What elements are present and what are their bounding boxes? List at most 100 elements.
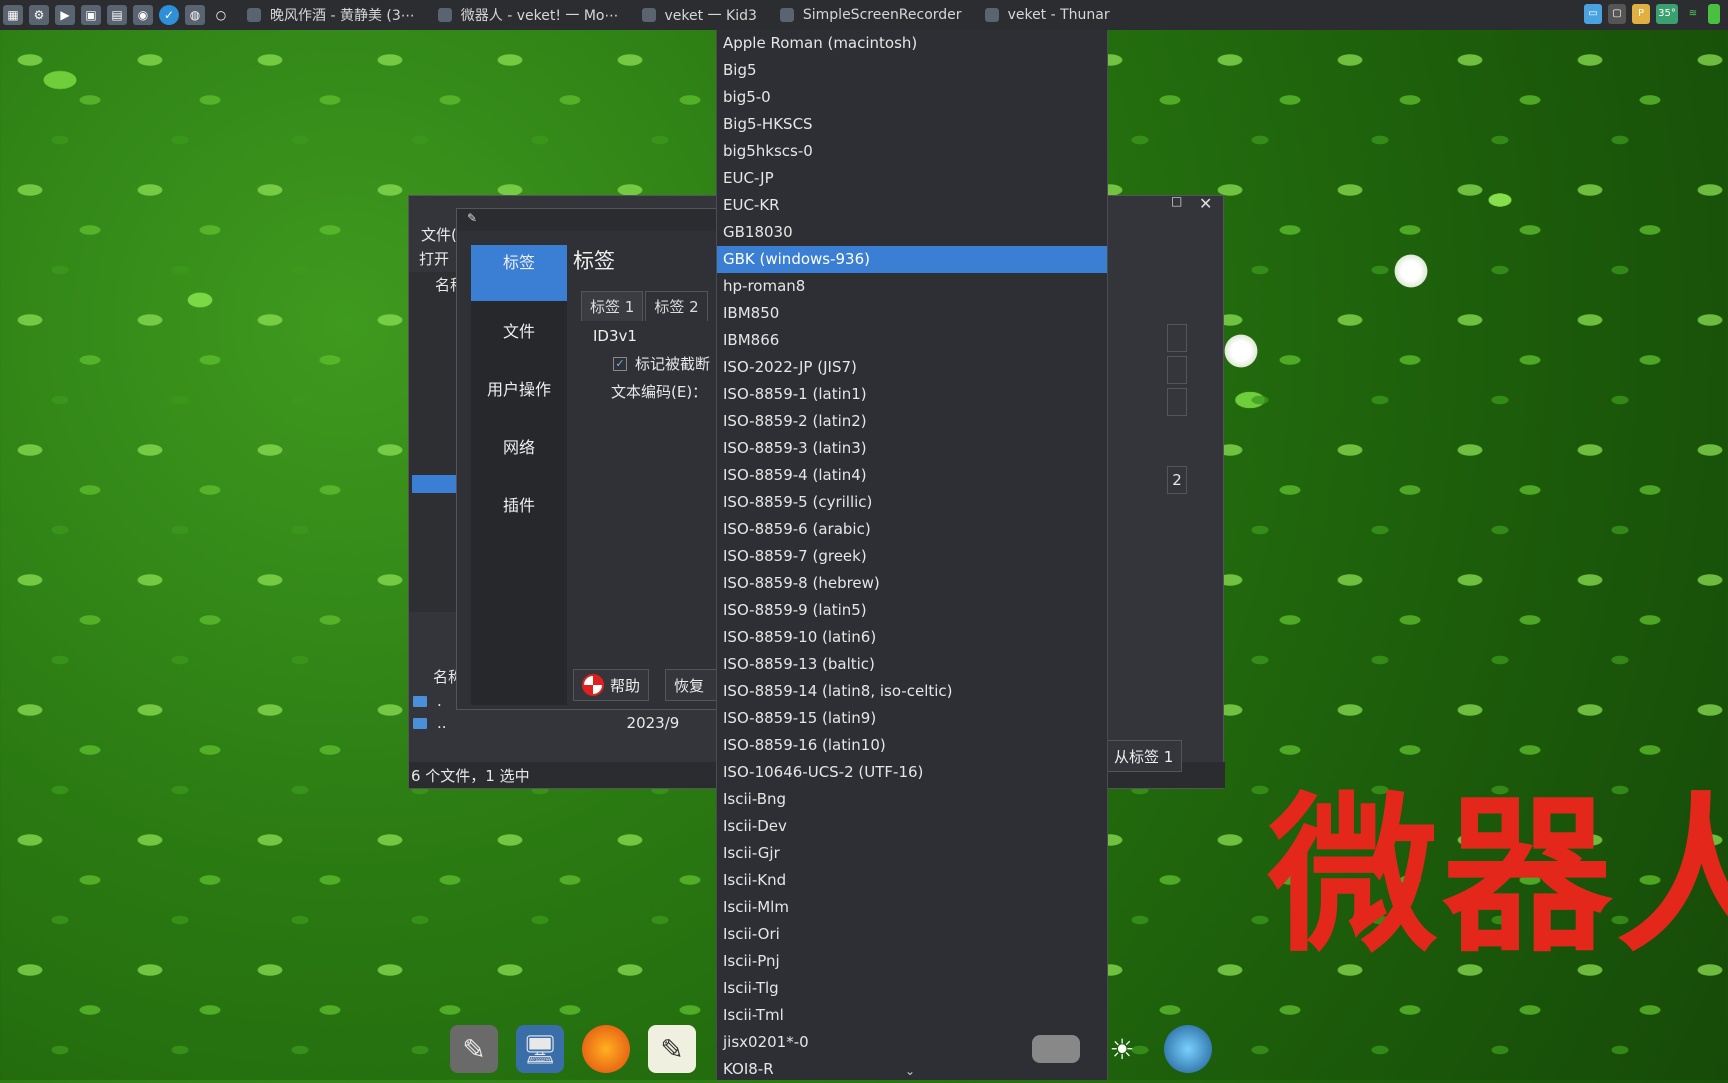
taskbar-item-label: 晚风作酒 - 黄静美 (3⋯ <box>270 8 415 24</box>
nav-user-actions[interactable]: 用户操作 <box>471 359 567 417</box>
firefox-icon <box>437 8 452 22</box>
monitor-icon[interactable]: 🖥 <box>516 1025 564 1073</box>
encoding-option[interactable]: ISO-8859-7 (greek) <box>717 543 1107 570</box>
field-box[interactable] <box>1167 356 1187 384</box>
open-button[interactable]: 打开 <box>419 248 449 269</box>
dock: ✎ 🖥 ✎ ☀ <box>436 1018 1310 1080</box>
wifi-icon[interactable]: ≋ <box>1684 4 1702 24</box>
encoding-option[interactable]: big5-0 <box>717 84 1107 111</box>
settings-icon[interactable]: ⚙ <box>29 5 49 25</box>
file-menu[interactable]: 文件( <box>421 224 457 245</box>
encoding-option[interactable]: Big5-HKSCS <box>717 111 1107 138</box>
page-title: 标签 <box>573 249 615 273</box>
encoding-option[interactable]: hp-roman8 <box>717 273 1107 300</box>
encoding-option[interactable]: ISO-8859-10 (latin6) <box>717 624 1107 651</box>
encoding-option[interactable]: GBK (windows-936) <box>717 246 1107 273</box>
truncated-checkbox-row[interactable]: ✓ 标记被截断 <box>613 353 710 374</box>
taskbar-item-label: 微器人 - veket! 一 Mo⋯ <box>460 8 619 24</box>
tab-tag-2[interactable]: 标签 2 <box>645 291 708 321</box>
desktop-icon[interactable]: ▭ <box>1584 4 1602 24</box>
encoding-dropdown-list[interactable]: Apple Roman (macintosh) Big5 big5-0 Big5-HK… <box>716 30 1108 1080</box>
encoding-option[interactable]: ISO-8859-4 (latin4) <box>717 462 1107 489</box>
clipboard-icon[interactable]: P <box>1632 4 1650 24</box>
help-button[interactable]: 帮助 <box>573 669 650 701</box>
encoding-option[interactable]: ISO-8859-9 (latin5) <box>717 597 1107 624</box>
list-item[interactable]: .. 2023/9 <box>413 714 679 732</box>
checkbox-label: 标记被截断 <box>635 355 711 373</box>
encoding-option[interactable]: ISO-10646-UCS-2 (UTF-16) <box>717 759 1107 786</box>
encoding-option[interactable]: Apple Roman (macintosh) <box>717 30 1107 57</box>
drive-icon[interactable] <box>1032 1035 1080 1063</box>
drawing-app-icon[interactable]: ✎ <box>450 1025 498 1073</box>
network-icon[interactable]: ◍ <box>185 5 205 25</box>
encoding-option[interactable]: ISO-8859-6 (arabic) <box>717 516 1107 543</box>
encoding-option[interactable]: EUC-JP <box>717 165 1107 192</box>
window-icon[interactable]: ▢ <box>1608 4 1626 24</box>
encoding-option[interactable]: Iscii-Dev <box>717 813 1107 840</box>
section-title: ID3v1 <box>593 327 637 345</box>
play-icon[interactable]: ▶ <box>55 5 75 25</box>
from-tag-button[interactable]: 从标签 1 <box>1105 740 1183 772</box>
text-editor-icon[interactable]: ✎ <box>648 1025 696 1073</box>
nav-plugins[interactable]: 插件 <box>471 475 567 533</box>
encoding-option[interactable]: IBM850 <box>717 300 1107 327</box>
recorder-icon <box>779 8 794 22</box>
encoding-option[interactable]: IBM866 <box>717 327 1107 354</box>
close-icon[interactable]: ✕ <box>1199 194 1212 213</box>
checkbox[interactable]: ✓ <box>613 356 627 371</box>
encoding-option[interactable]: ISO-2022-JP (JIS7) <box>717 354 1107 381</box>
encoding-option[interactable]: ISO-8859-1 (latin1) <box>717 381 1107 408</box>
taskbar-item[interactable]: SimpleScreenRecorder <box>777 5 962 25</box>
encoding-option[interactable]: Iscii-Gjr <box>717 840 1107 867</box>
tab-tag-1[interactable]: 标签 1 <box>581 291 644 321</box>
printer-icon[interactable]: ▤ <box>107 5 127 25</box>
nav-tags[interactable]: 标签 <box>471 245 567 301</box>
circle-icon[interactable]: ○ <box>211 5 231 25</box>
camera-icon[interactable]: ◉ <box>133 5 153 25</box>
encoding-option[interactable]: Big5 <box>717 57 1107 84</box>
encoding-option[interactable]: ISO-8859-14 (latin8, iso-celtic) <box>717 678 1107 705</box>
taskbar-item[interactable]: veket 一 Kid3 <box>639 5 757 25</box>
taskbar-item[interactable]: veket - Thunar <box>982 5 1110 25</box>
menu-icon[interactable]: ▦ <box>3 5 23 25</box>
number-field[interactable]: 2 <box>1167 466 1187 494</box>
list-item[interactable]: . <box>413 692 442 710</box>
field-box[interactable] <box>1167 388 1187 416</box>
encoding-option[interactable]: ISO-8859-13 (baltic) <box>717 651 1107 678</box>
music-icon <box>247 8 261 22</box>
folder-icon <box>413 695 427 707</box>
encoding-option[interactable]: Iscii-Tlg <box>717 975 1107 1002</box>
encoding-option[interactable]: ISO-8859-2 (latin2) <box>717 408 1107 435</box>
encoding-option[interactable]: Iscii-Bng <box>717 786 1107 813</box>
brightness-icon[interactable]: ☀ <box>1098 1025 1146 1073</box>
check-icon[interactable]: ✓ <box>159 5 179 25</box>
file-list[interactable] <box>409 272 457 612</box>
taskbar-item-label: veket - Thunar <box>1007 7 1110 23</box>
clover-flower <box>1222 332 1260 370</box>
nav-network[interactable]: 网络 <box>471 417 567 475</box>
settings-nav: 标签 文件 用户操作 网络 插件 <box>471 245 567 705</box>
encoding-option[interactable]: EUC-KR <box>717 192 1107 219</box>
firefox-icon[interactable] <box>582 1025 630 1073</box>
encoding-option[interactable]: Iscii-Ori <box>717 921 1107 948</box>
encoding-option[interactable]: ISO-8859-15 (latin9) <box>717 705 1107 732</box>
terminal-icon[interactable]: ▣ <box>81 5 101 25</box>
globe-icon[interactable] <box>1164 1025 1212 1073</box>
encoding-option[interactable]: GB18030 <box>717 219 1107 246</box>
taskbar-item[interactable]: 晚风作酒 - 黄静美 (3⋯ <box>244 5 415 25</box>
encoding-option[interactable]: Iscii-Pnj <box>717 948 1107 975</box>
selected-row[interactable] <box>412 475 456 493</box>
kid3-icon <box>641 8 656 22</box>
encoding-option[interactable]: ISO-8859-8 (hebrew) <box>717 570 1107 597</box>
taskbar-item[interactable]: 微器人 - veket! 一 Mo⋯ <box>435 5 619 25</box>
encoding-option[interactable]: Iscii-Mlm <box>717 894 1107 921</box>
encoding-option[interactable]: ISO-8859-16 (latin10) <box>717 732 1107 759</box>
encoding-option[interactable]: big5hkscs-0 <box>717 138 1107 165</box>
encoding-option[interactable]: Iscii-Knd <box>717 867 1107 894</box>
encoding-option[interactable]: ISO-8859-3 (latin3) <box>717 435 1107 462</box>
field-box[interactable] <box>1167 324 1187 352</box>
encoding-option[interactable]: ISO-8859-5 (cyrillic) <box>717 489 1107 516</box>
wallpaper-text: 微器人 <box>1268 778 1728 976</box>
nav-files[interactable]: 文件 <box>471 301 567 359</box>
maximize-icon[interactable]: □ <box>1171 194 1182 208</box>
